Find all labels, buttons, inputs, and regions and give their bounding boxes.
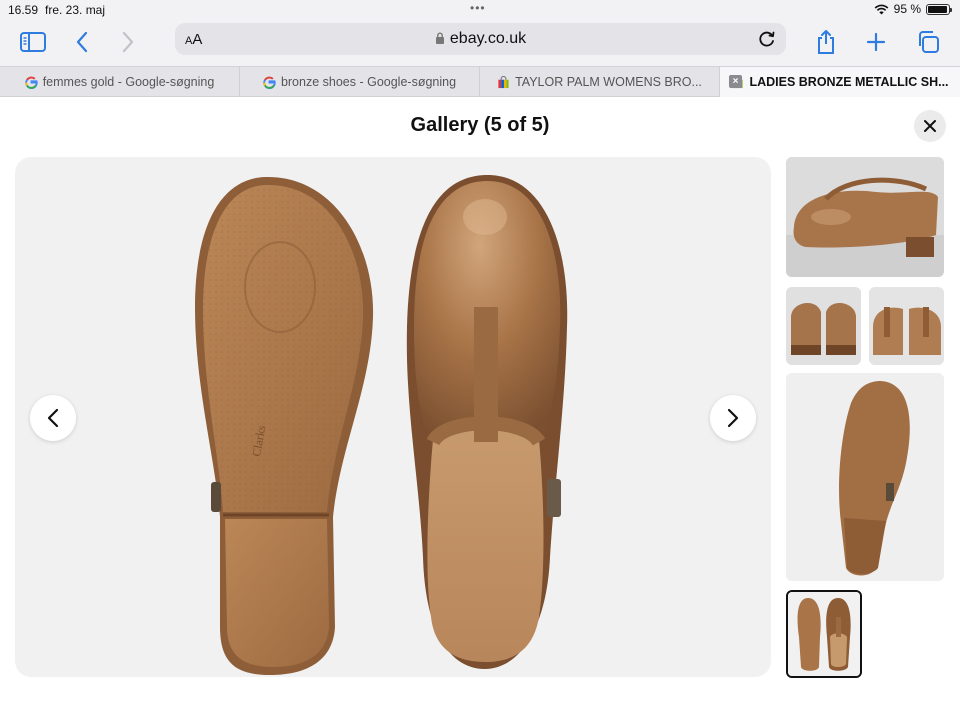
chevron-right-icon: [727, 408, 739, 428]
shoe-sole-thumbnail: [786, 373, 944, 581]
chevron-left-icon: [47, 408, 59, 428]
url-display[interactable]: ebay.co.uk: [175, 30, 786, 48]
lock-icon: [435, 32, 444, 44]
main-product-image[interactable]: Clarks: [15, 157, 771, 677]
battery-percent: 95 %: [893, 2, 921, 16]
new-tab-icon[interactable]: [861, 27, 891, 57]
tab-femmes-gold[interactable]: femmes gold - Google-søgning: [0, 67, 240, 97]
thumbnail-3[interactable]: [869, 287, 944, 365]
battery-icon: [926, 3, 952, 15]
close-gallery-button[interactable]: [914, 110, 946, 142]
next-image-button[interactable]: [710, 395, 756, 441]
close-tab-icon[interactable]: ×: [729, 75, 742, 88]
google-icon: [263, 76, 276, 89]
thumbnail-5-selected[interactable]: [786, 590, 862, 678]
wifi-icon: [874, 4, 889, 14]
reload-icon[interactable]: [756, 28, 778, 50]
thumbnail-4[interactable]: [786, 373, 944, 581]
url-text: ebay.co.uk: [449, 30, 527, 47]
close-icon: [924, 120, 936, 132]
status-date: fre. 23. maj: [45, 3, 106, 17]
tab-label: bronze shoes - Google-søgning: [280, 75, 457, 89]
forward-icon[interactable]: [113, 27, 143, 57]
multitasking-dots-icon[interactable]: •••: [470, 1, 486, 15]
shoe-back-thumbnail: [786, 287, 861, 365]
sidebar-toggle-icon[interactable]: [18, 27, 48, 57]
status-time: 16.59: [8, 3, 39, 17]
address-bar[interactable]: AA ebay.co.uk: [175, 23, 786, 55]
shoe-front-thumbnail: [869, 287, 944, 365]
tab-ladies-bronze-active[interactable]: × LADIES BRONZE METALLIC SH...: [720, 67, 960, 97]
gallery-title: Gallery (5 of 5): [410, 114, 550, 136]
browser-toolbar: AA ebay.co.uk: [0, 20, 960, 66]
status-indicators: 95 %: [874, 2, 952, 16]
tab-label: LADIES BRONZE METALLIC SH...: [749, 75, 949, 89]
back-icon[interactable]: [67, 27, 97, 57]
shoe-side-thumbnail: [786, 157, 944, 277]
thumbnail-2[interactable]: [786, 287, 861, 365]
share-icon[interactable]: [811, 27, 841, 57]
tab-overview-icon[interactable]: [913, 27, 943, 57]
tab-label: femmes gold - Google-søgning: [42, 75, 215, 89]
tab-bar: femmes gold - Google-søgning bronze shoe…: [0, 66, 960, 97]
ebay-bag-icon: [498, 75, 509, 88]
tab-label: TAYLOR PALM WOMENS BRO...: [515, 75, 702, 89]
previous-image-button[interactable]: [30, 395, 76, 441]
shoe-pair-thumbnail: [788, 592, 860, 676]
thumbnail-1[interactable]: [786, 157, 944, 277]
status-bar: 16.59 fre. 23. maj ••• 95 %: [0, 0, 960, 20]
google-icon: [24, 76, 38, 89]
tab-taylor-palm[interactable]: TAYLOR PALM WOMENS BRO...: [480, 67, 720, 97]
tab-bronze-shoes[interactable]: bronze shoes - Google-søgning: [240, 67, 480, 97]
shoe-pair-illustration: Clarks: [195, 174, 568, 675]
